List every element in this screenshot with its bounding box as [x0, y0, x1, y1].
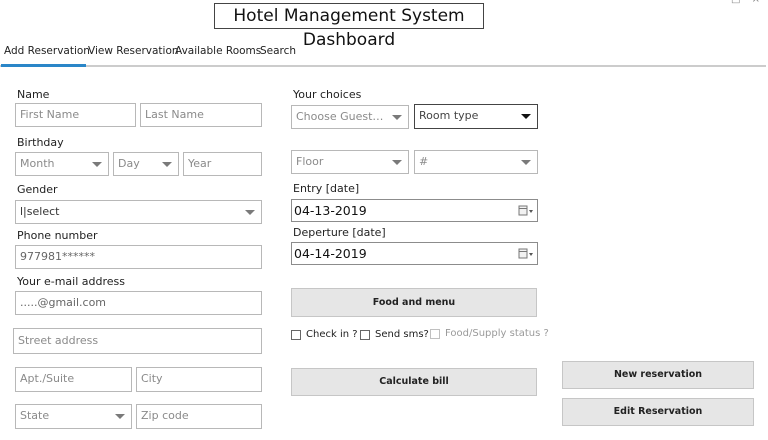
month-select-value: Month — [20, 157, 55, 170]
first-name-input[interactable]: First Name — [15, 103, 136, 127]
year-input[interactable]: Year — [183, 152, 262, 176]
chevron-down-icon — [392, 160, 402, 165]
tab-search[interactable]: Search — [260, 42, 296, 60]
name-label: Name — [17, 88, 50, 101]
edit-reservation-button[interactable]: Edit Reservation — [562, 398, 754, 426]
check-in-label: Check in ? — [306, 329, 358, 340]
calculate-bill-button[interactable]: Calculate bill — [291, 368, 537, 396]
your-choices-label: Your choices — [293, 88, 362, 101]
chevron-down-icon — [521, 114, 531, 119]
tab-add-reservation[interactable]: Add Reservation — [4, 42, 90, 60]
apt-suite-input[interactable]: Apt./Suite — [15, 367, 132, 392]
gender-label: Gender — [17, 183, 58, 196]
room-type-value: Room type — [419, 109, 479, 122]
tab-available-rooms[interactable]: Available Rooms — [175, 42, 261, 60]
send-sms-checkbox[interactable] — [360, 330, 370, 340]
birthday-label: Birthday — [17, 136, 64, 149]
new-reservation-button[interactable]: New reservation — [562, 361, 754, 389]
window-controls[interactable]: − □ × — [711, 0, 764, 5]
street-address-input[interactable]: Street address — [13, 328, 262, 354]
chevron-down-icon — [92, 162, 102, 167]
state-select[interactable]: State — [15, 404, 132, 429]
room-type-select[interactable]: Room type — [414, 104, 538, 129]
chevron-down-icon — [392, 115, 402, 120]
phone-label: Phone number — [17, 229, 98, 242]
food-supply-checkbox — [430, 329, 440, 339]
day-select[interactable]: Day — [113, 152, 179, 176]
page-title: Hotel Management System Dashboard — [214, 3, 484, 50]
departure-date-label: Deperture [date] — [293, 226, 386, 239]
chevron-down-icon — [115, 414, 125, 419]
entry-date-label: Entry [date] — [293, 182, 360, 195]
zip-code-input[interactable]: Zip code — [136, 404, 262, 429]
entry-date-picker[interactable]: 04-13-2019 — [291, 199, 538, 222]
room-number-select[interactable]: # — [414, 150, 538, 174]
chevron-down-icon — [162, 162, 172, 167]
tab-view-reservation[interactable]: View Reservation — [88, 42, 179, 60]
email-label: Your e-mail address — [17, 275, 125, 288]
email-input[interactable]: .....@gmail.com — [15, 291, 262, 315]
last-name-input[interactable]: Last Name — [140, 103, 262, 127]
tab-bar: Add Reservation View Reservation Availab… — [0, 42, 768, 66]
check-in-checkbox[interactable] — [291, 330, 301, 340]
month-select[interactable]: Month — [15, 152, 109, 176]
tab-selected-indicator — [1, 64, 86, 67]
gender-select[interactable]: l|select — [15, 200, 262, 224]
guest-number-value: Choose Guest nu... — [296, 110, 386, 123]
guest-number-select[interactable]: Choose Guest nu... — [291, 105, 409, 129]
calendar-icon[interactable] — [518, 205, 534, 217]
phone-input[interactable]: 977981****** — [15, 245, 262, 269]
departure-date-value: 04-14-2019 — [294, 246, 367, 261]
calendar-icon[interactable] — [518, 248, 534, 260]
room-number-value: # — [419, 155, 429, 168]
day-select-value: Day — [118, 157, 140, 170]
state-select-value: State — [20, 409, 50, 422]
send-sms-label: Send sms? — [375, 329, 429, 340]
floor-value: Floor — [296, 155, 324, 168]
departure-date-picker[interactable]: 04-14-2019 — [291, 242, 538, 265]
floor-select[interactable]: Floor — [291, 150, 409, 174]
entry-date-value: 04-13-2019 — [294, 203, 367, 218]
food-and-menu-button[interactable]: Food and menu — [291, 288, 537, 317]
chevron-down-icon — [521, 160, 531, 165]
gender-select-value: l|select — [20, 205, 60, 218]
city-input[interactable]: City — [136, 367, 262, 392]
food-supply-label: Food/Supply status ? — [445, 328, 549, 339]
chevron-down-icon — [245, 210, 255, 215]
tab-divider — [0, 65, 766, 67]
